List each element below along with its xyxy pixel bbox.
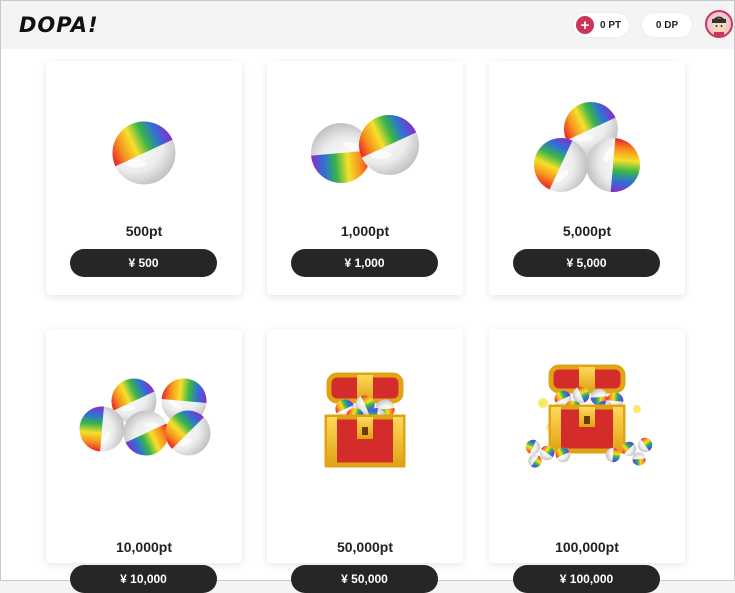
product-label: 50,000pt (336, 539, 394, 555)
top-bar: DOPA! + 0 PT 0 DP (1, 1, 734, 47)
points-balance: + 0 PT (573, 13, 629, 37)
buy-100000-button[interactable]: ¥ 100,000 (513, 565, 660, 593)
buy-5000-button[interactable]: ¥ 5,000 (513, 249, 660, 277)
product-label: 1,000pt (340, 223, 390, 239)
treasure-chest-icon (324, 372, 406, 468)
dp-unit: DP (664, 19, 679, 31)
product-card-5000pt[interactable]: 5,000pt ¥ 5,000 (489, 61, 685, 295)
capsule-pile-icon (61, 360, 219, 467)
product-label: 500pt (125, 223, 163, 239)
dp-value: 0 (655, 19, 662, 31)
buy-1000-button[interactable]: ¥ 1,000 (291, 249, 438, 277)
dp-balance: 0 DP (642, 13, 692, 37)
points-unit: PT (608, 19, 622, 31)
product-card-10000pt[interactable]: 10,000pt ¥ 10,000 (46, 329, 242, 593)
buy-10000-button[interactable]: ¥ 10,000 (70, 565, 217, 593)
points-value: 0 (600, 19, 606, 31)
product-card-1000pt[interactable]: 1,000pt ¥ 1,000 (267, 61, 463, 295)
dopa-logo[interactable]: DOPA! (19, 13, 99, 37)
treasure-chest-large-icon (519, 364, 656, 472)
user-avatar[interactable] (705, 10, 733, 38)
product-grid: 500pt ¥ 500 1,000pt ¥ 1,000 5,000pt ¥ 5,… (1, 49, 734, 593)
product-card-50000pt[interactable]: 50,000pt ¥ 50,000 (267, 329, 463, 593)
add-points-button[interactable]: + (576, 16, 594, 34)
buy-50000-button[interactable]: ¥ 50,000 (291, 565, 438, 593)
product-label: 10,000pt (115, 539, 173, 555)
product-card-100000pt[interactable]: 100,000pt ¥ 100,000 (489, 329, 685, 593)
single-capsule-icon (102, 111, 176, 185)
buy-500-button[interactable]: ¥ 500 (70, 249, 217, 277)
product-card-500pt[interactable]: 500pt ¥ 500 (46, 61, 242, 295)
two-capsules-icon (299, 105, 419, 205)
product-label: 5,000pt (562, 223, 612, 239)
product-label: 100,000pt (555, 539, 619, 555)
three-capsules-icon (510, 93, 663, 209)
